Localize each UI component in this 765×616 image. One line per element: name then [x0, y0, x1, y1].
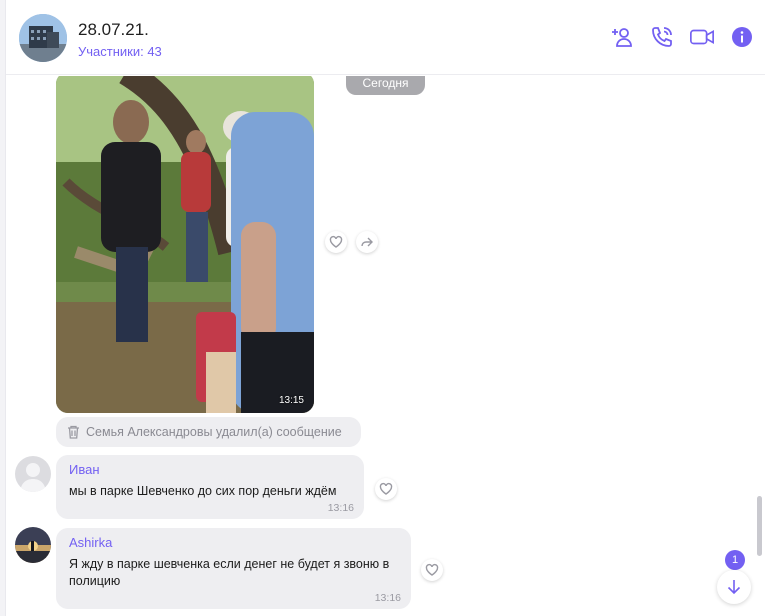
forward-button[interactable] [356, 231, 378, 253]
heart-icon [379, 482, 393, 495]
sender-avatar[interactable] [15, 527, 51, 563]
phone-call-icon[interactable] [649, 24, 675, 50]
scrollbar-thumb[interactable] [757, 496, 762, 556]
header-actions [609, 24, 755, 50]
group-avatar[interactable] [19, 14, 67, 62]
chat-header: 28.07.21. Участники: 43 [6, 0, 765, 75]
default-avatar-icon [15, 456, 51, 492]
photo-image [56, 76, 314, 413]
heart-icon [329, 235, 343, 248]
arrow-down-icon [727, 580, 741, 595]
photo-timestamp: 13:15 [278, 395, 304, 406]
date-separator: Сегодня [346, 76, 425, 95]
message-bubble[interactable]: Ashirka Я жду в парке шевченка если дене… [56, 528, 411, 609]
info-icon[interactable] [729, 24, 755, 50]
sender-name[interactable]: Иван [69, 462, 352, 477]
sender-name[interactable]: Ashirka [69, 535, 399, 550]
video-call-icon[interactable] [689, 24, 715, 50]
like-button[interactable] [421, 559, 443, 581]
deleted-message-notice: Семья Александровы удалил(а) сообщение [56, 417, 361, 447]
message-text: Я жду в парке шевченка если денег не буд… [69, 557, 390, 588]
message-text: мы в парке Шевченко до сих пор деньги жд… [69, 484, 337, 498]
trash-icon [68, 425, 79, 439]
chat-window: 28.07.21. Участники: 43 13:15 Сегодня Се… [0, 0, 765, 616]
message-bubble[interactable]: Иван мы в парке Шевченко до сих пор день… [56, 455, 364, 519]
photo-message[interactable]: 13:15 [56, 76, 314, 413]
sunset-avatar [15, 527, 51, 563]
unread-badge: 1 [725, 550, 745, 570]
chat-title[interactable]: 28.07.21. [78, 20, 149, 40]
heart-icon [425, 563, 439, 576]
share-icon [361, 237, 373, 247]
scroll-to-bottom-button[interactable] [717, 570, 751, 604]
sender-avatar[interactable] [15, 456, 51, 492]
deleted-notice-text: Семья Александровы удалил(а) сообщение [86, 425, 342, 439]
message-timestamp: 13:16 [327, 502, 354, 514]
add-participant-icon[interactable] [609, 24, 635, 50]
like-button[interactable] [325, 231, 347, 253]
message-list[interactable]: 13:15 Сегодня Семья Александровы удалил(… [6, 76, 765, 616]
like-button[interactable] [375, 478, 397, 500]
message-timestamp: 13:16 [374, 592, 401, 604]
members-count[interactable]: Участники: 43 [78, 44, 162, 59]
